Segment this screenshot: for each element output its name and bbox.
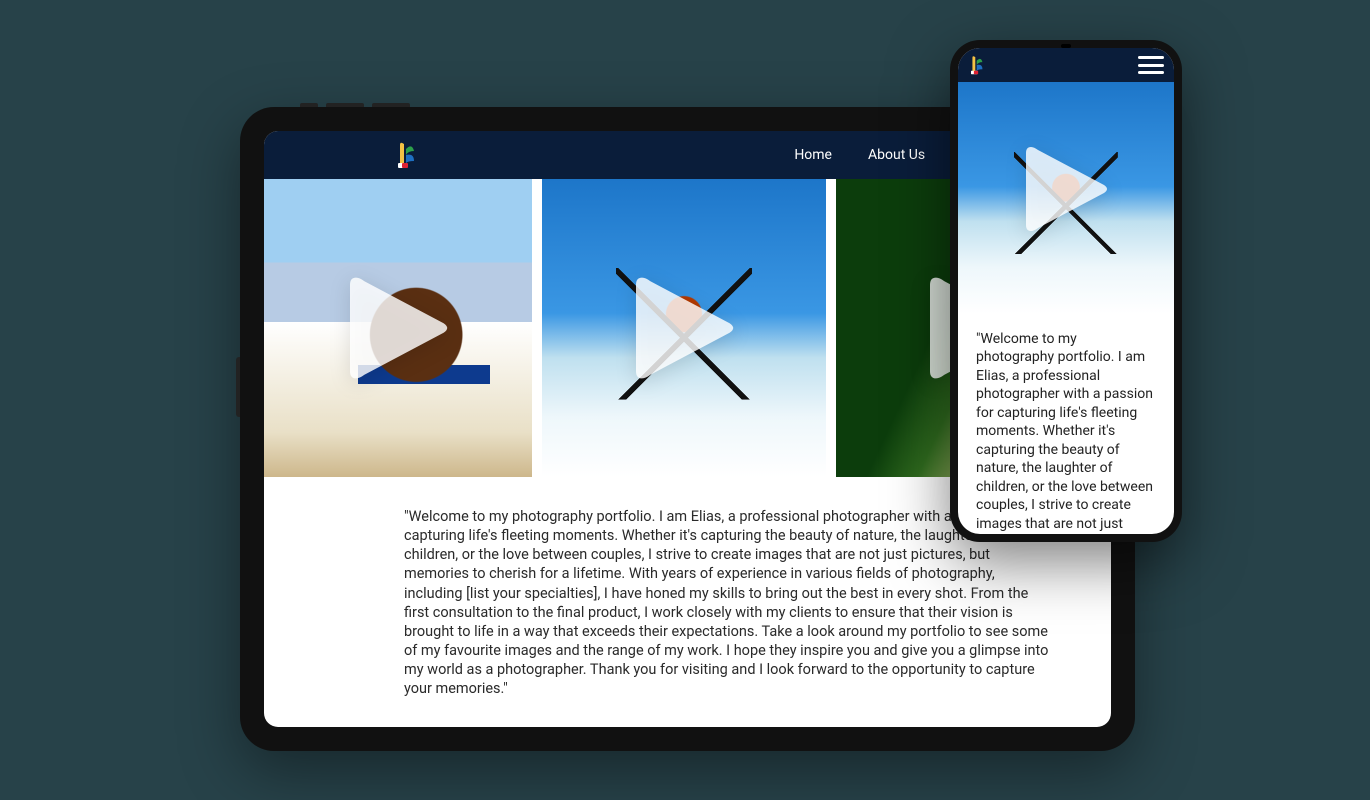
play-icon[interactable] (1016, 139, 1116, 239)
video-tile-equestrian[interactable] (264, 179, 532, 477)
phone-device-frame: "Welcome to my photography portfolio. I … (950, 40, 1182, 542)
brand-logo[interactable] (968, 55, 984, 75)
phone-intro-paragraph: "Welcome to my photography portfolio. I … (958, 314, 1174, 534)
phone-screen: "Welcome to my photography portfolio. I … (958, 48, 1174, 534)
hamburger-icon[interactable] (1138, 56, 1164, 74)
video-tile-skiing[interactable] (542, 179, 826, 477)
play-icon[interactable] (338, 268, 458, 388)
play-icon[interactable] (624, 268, 744, 388)
nav-about-us[interactable]: About Us (868, 147, 925, 163)
brand-logo[interactable] (394, 141, 416, 169)
phone-header (958, 48, 1174, 82)
nav-home[interactable]: Home (794, 147, 832, 163)
phone-video-tile[interactable] (958, 82, 1174, 314)
